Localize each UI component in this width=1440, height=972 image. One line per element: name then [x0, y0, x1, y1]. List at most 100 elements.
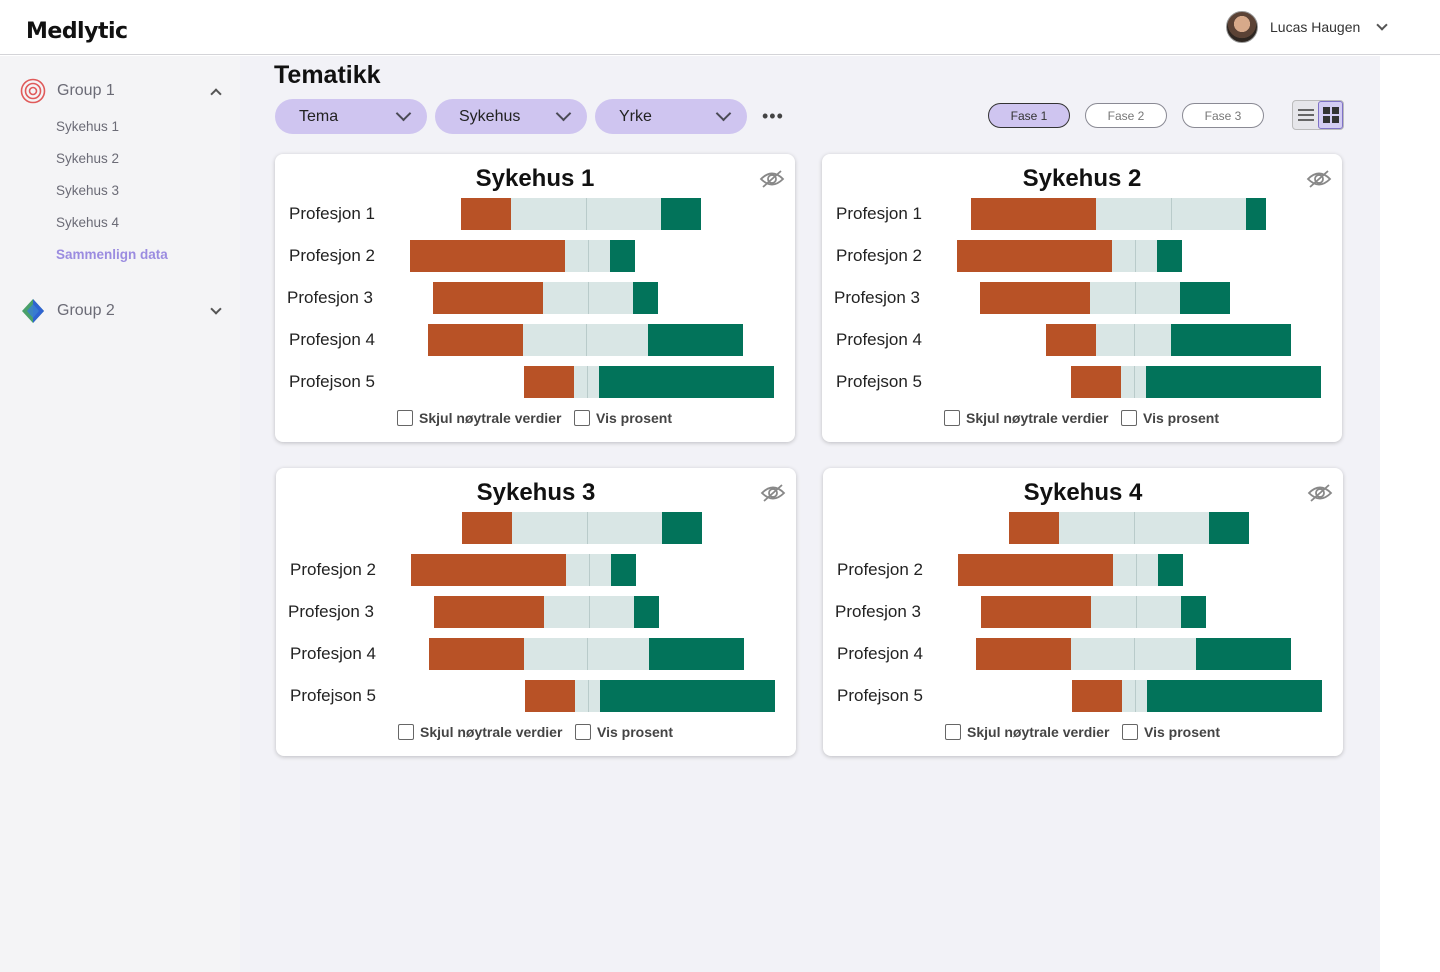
row-label: Profesjon 4 [290, 644, 376, 663]
bar-positive[interactable] [633, 282, 658, 314]
bar-positive[interactable] [599, 366, 774, 398]
checkbox[interactable] [575, 724, 591, 740]
user-menu[interactable]: Lucas Haugen [1226, 11, 1388, 43]
bar-positive[interactable] [661, 198, 701, 230]
more-icon[interactable]: ••• [762, 106, 784, 127]
bar-positive[interactable] [634, 596, 659, 628]
row-label: Profesjon 4 [289, 330, 375, 349]
bar-negative[interactable] [980, 282, 1090, 314]
checkbox-label: Vis prosent [596, 410, 672, 426]
phase-button-3[interactable]: Fase 3 [1182, 103, 1264, 128]
avatar[interactable] [1226, 11, 1258, 43]
bar-negative[interactable] [957, 240, 1112, 272]
chart-card: Sykehus 4 Profesjon 2 Profesjon 3 Profesjon… [823, 468, 1343, 756]
bar-positive[interactable] [1181, 596, 1206, 628]
bar-negative[interactable] [410, 240, 565, 272]
page-title: Tematikk [274, 61, 381, 89]
row-label: Profesjon 2 [290, 560, 376, 579]
filter-label: Sykehus [459, 107, 521, 125]
sidebar-item-sykehus-3[interactable]: Sykehus 3 [56, 183, 119, 198]
eye-off-icon[interactable] [1306, 168, 1332, 190]
bar-negative[interactable] [428, 324, 523, 356]
bar-positive[interactable] [648, 324, 743, 356]
bar-negative[interactable] [462, 512, 512, 544]
phase-button-1[interactable]: Fase 1 [988, 103, 1070, 128]
bar-positive[interactable] [1196, 638, 1291, 670]
bar-positive[interactable] [1147, 680, 1322, 712]
bar-negative[interactable] [958, 554, 1113, 586]
chevron-down-icon[interactable] [1376, 19, 1388, 31]
bar-midline [1136, 596, 1137, 628]
sidebar-group-1[interactable]: Group 1 [20, 76, 230, 106]
checkbox[interactable] [574, 410, 590, 426]
bar-positive[interactable] [1171, 324, 1291, 356]
hide-neutral-checkbox[interactable]: Skjul nøytrale verdier [398, 724, 562, 740]
eye-off-icon[interactable] [1307, 482, 1333, 504]
bar-negative[interactable] [1009, 512, 1059, 544]
chart-card: Sykehus 1 Profesjon 1 Profesjon 2 Profesjon… [275, 154, 795, 442]
bar-negative[interactable] [429, 638, 524, 670]
sidebar-group-2[interactable]: Group 2 [20, 296, 230, 326]
bar-negative[interactable] [976, 638, 1071, 670]
filter-sykehus[interactable]: Sykehus [435, 99, 587, 134]
checkbox[interactable] [1121, 410, 1137, 426]
sidebar-group-label: Group 1 [57, 82, 115, 99]
bar-positive[interactable] [1158, 554, 1183, 586]
checkbox[interactable] [398, 724, 414, 740]
eye-off-icon[interactable] [759, 168, 785, 190]
phase-button-2[interactable]: Fase 2 [1085, 103, 1167, 128]
chevron-up-icon[interactable] [210, 87, 222, 100]
bar-positive[interactable] [611, 554, 636, 586]
bar-negative[interactable] [981, 596, 1091, 628]
sidebar-item-sykehus-1[interactable]: Sykehus 1 [56, 119, 119, 134]
checkbox[interactable] [1122, 724, 1138, 740]
bar-negative[interactable] [434, 596, 544, 628]
view-toggle[interactable] [1292, 100, 1344, 130]
bar-negative[interactable] [1046, 324, 1096, 356]
bar-negative[interactable] [525, 680, 575, 712]
checkbox[interactable] [944, 410, 960, 426]
show-percent-checkbox[interactable]: Vis prosent [575, 724, 673, 740]
bar-negative[interactable] [971, 198, 1096, 230]
bar-positive[interactable] [1146, 366, 1321, 398]
hide-neutral-checkbox[interactable]: Skjul nøytrale verdier [945, 724, 1109, 740]
show-percent-checkbox[interactable]: Vis prosent [574, 410, 672, 426]
bar-midline [1135, 282, 1136, 314]
bar-positive[interactable] [662, 512, 702, 544]
bar-negative[interactable] [524, 366, 574, 398]
chevron-down-icon [555, 105, 572, 122]
checkbox[interactable] [945, 724, 961, 740]
sidebar-item-sykehus-4[interactable]: Sykehus 4 [56, 215, 119, 230]
show-percent-checkbox[interactable]: Vis prosent [1122, 724, 1220, 740]
hide-neutral-checkbox[interactable]: Skjul nøytrale verdier [944, 410, 1108, 426]
bar-positive[interactable] [1209, 512, 1249, 544]
row-label: Profejson 5 [837, 686, 923, 705]
row-label: Profesjon 2 [289, 246, 375, 265]
bar-positive[interactable] [600, 680, 775, 712]
sidebar-item-sykehus-2[interactable]: Sykehus 2 [56, 151, 119, 166]
eye-off-icon[interactable] [760, 482, 786, 504]
bar-negative[interactable] [433, 282, 543, 314]
chevron-down-icon[interactable] [210, 302, 222, 315]
logo[interactable]: Medlytic [26, 14, 128, 44]
filter-tema[interactable]: Tema [275, 99, 427, 134]
bar-positive[interactable] [1180, 282, 1230, 314]
filter-yrke[interactable]: Yrke [595, 99, 747, 134]
bar-negative[interactable] [411, 554, 566, 586]
list-view-icon[interactable] [1293, 101, 1318, 129]
hide-neutral-checkbox[interactable]: Skjul nøytrale verdier [397, 410, 561, 426]
row-label: Profesjon 2 [836, 246, 922, 265]
bar-positive[interactable] [610, 240, 635, 272]
bar-negative[interactable] [1071, 366, 1121, 398]
bar-negative[interactable] [1072, 680, 1122, 712]
grid-view-icon[interactable] [1318, 101, 1343, 129]
row-label: Profejson 5 [836, 372, 922, 391]
bar-negative[interactable] [461, 198, 511, 230]
show-percent-checkbox[interactable]: Vis prosent [1121, 410, 1219, 426]
bar-midline [587, 366, 588, 398]
bar-positive[interactable] [649, 638, 744, 670]
sidebar-item-sammenlign-data[interactable]: Sammenlign data [56, 247, 168, 262]
bar-positive[interactable] [1246, 198, 1266, 230]
bar-positive[interactable] [1157, 240, 1182, 272]
checkbox[interactable] [397, 410, 413, 426]
